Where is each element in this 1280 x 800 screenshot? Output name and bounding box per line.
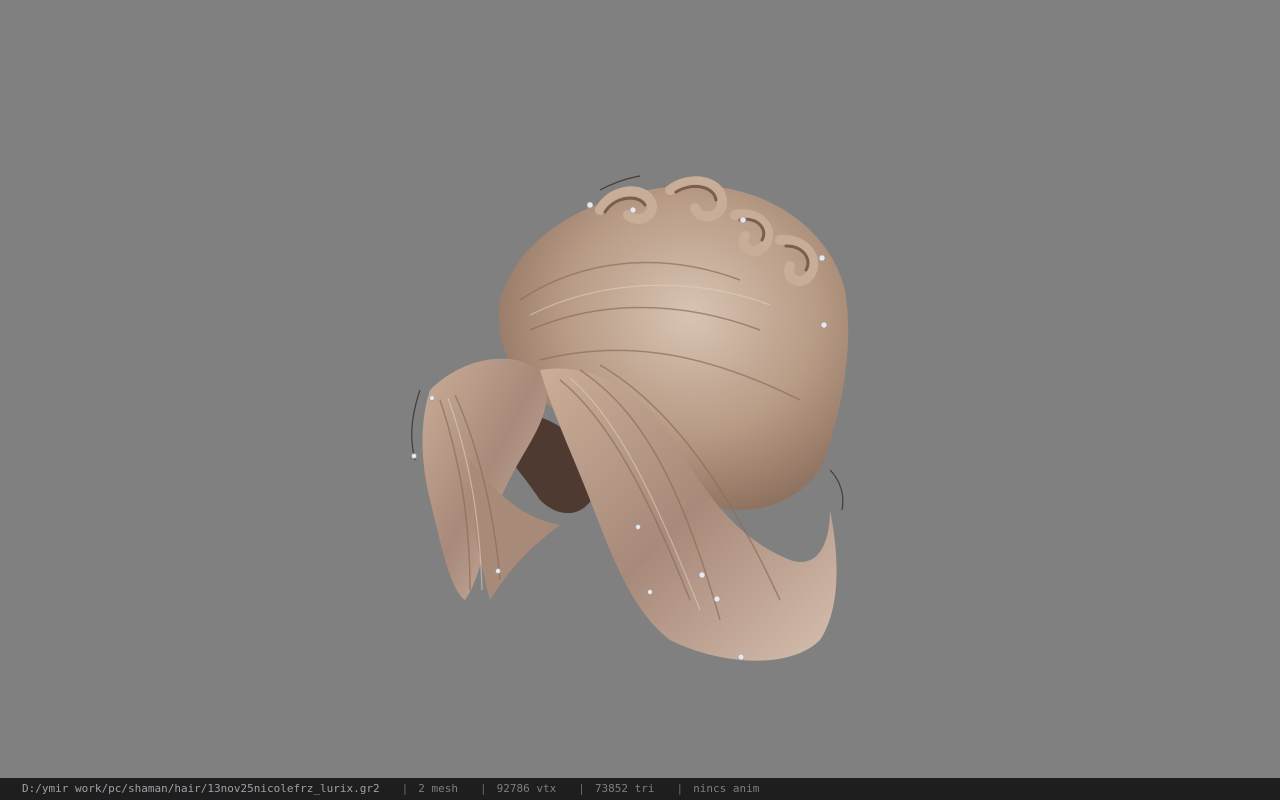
separator: | (401, 782, 409, 795)
3d-viewport[interactable] (0, 0, 1280, 778)
file-path-label: D:/ymir work/pc/shaman/hair/13nov25nicol… (22, 782, 380, 795)
mesh-count-label: 2 mesh (418, 782, 458, 795)
animation-status-label: nincs anim (693, 782, 760, 795)
separator: | (578, 782, 585, 795)
vertex-count-label: 92786 vtx (496, 782, 557, 795)
triangle-count-label: 73852 tri (594, 782, 655, 795)
hair-model-render (411, 175, 849, 661)
separator: | (676, 782, 684, 795)
status-bar: D:/ymir work/pc/shaman/hair/13nov25nicol… (0, 778, 1280, 800)
separator: | (480, 782, 487, 795)
